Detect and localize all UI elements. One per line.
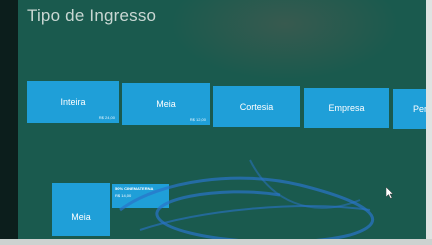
mouse-pointer-icon [386,187,394,199]
ticket-tile-label: Meia [156,99,176,109]
ticket-tile-meia[interactable]: Meia R$ 12,00 [122,83,210,125]
monitor-bezel-left [0,0,18,245]
ticket-tile-label: Inteira [60,97,86,107]
monitor-bezel-right [426,0,432,245]
ticket-tile-label: Empresa [328,103,365,113]
monitor-bezel-bottom [0,239,432,245]
screen-reflection [170,0,400,80]
watermark-swirl-logo [119,159,375,244]
screen: Tipo de Ingresso Inteira R$ 24,00 Meia R… [0,0,432,245]
ticket-tile-inteira[interactable]: Inteira R$ 24,00 [27,81,119,123]
page-title: Tipo de Ingresso [27,6,157,25]
ticket-tile-price: R$ 12,00 [189,117,206,122]
ticket-tile-label: Cortesia [239,101,274,112]
ticket-tile-cortesia[interactable]: Cortesia [213,86,300,127]
ticket-tile-empresa[interactable]: Empresa [304,88,389,128]
ticket-tile-price: R$ 24,00 [98,115,115,120]
